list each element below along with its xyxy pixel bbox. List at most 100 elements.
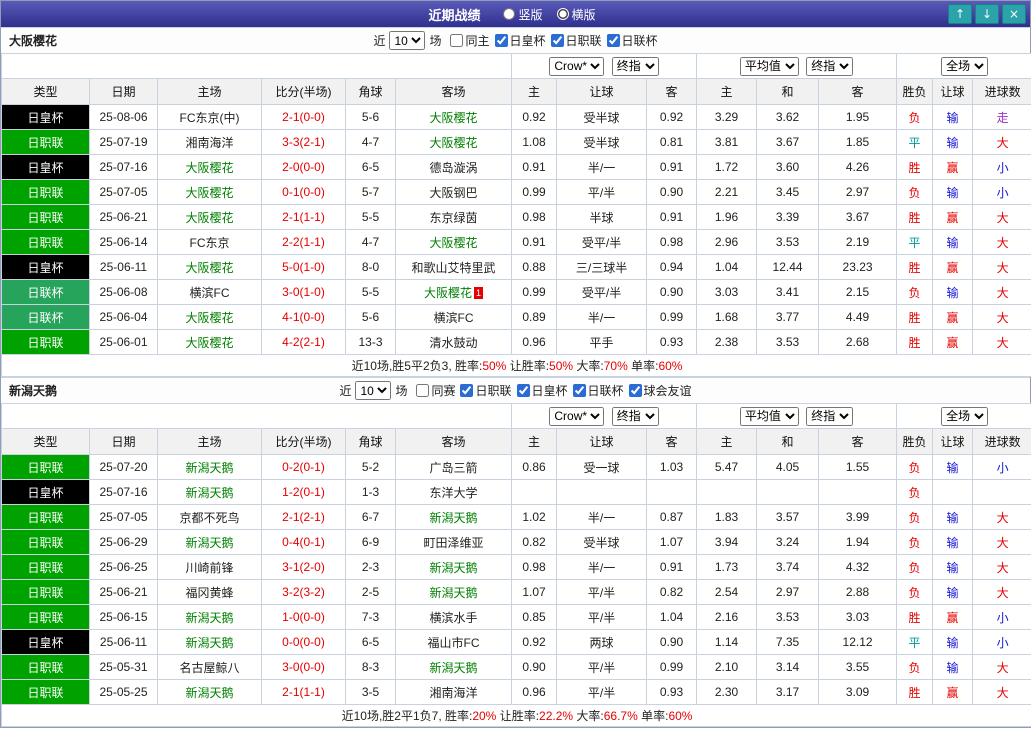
cell-handicap-line: 两球 <box>556 629 648 655</box>
cell-score: 2-1(0-0) <box>261 104 346 130</box>
cell-home-team: 新潟天鹅 <box>157 454 262 480</box>
summary-label: 大率: <box>573 709 604 723</box>
cell-avg-draw-odds <box>756 479 820 505</box>
cell-handicap-home-odds: 0.98 <box>511 554 558 580</box>
checkbox-input[interactable] <box>550 33 564 47</box>
cell-avg-home-odds: 1.73 <box>696 554 758 580</box>
cell-handicap-away-odds: 1.03 <box>646 454 698 480</box>
cell-handicap-home-odds: 0.91 <box>511 154 558 180</box>
horizontal-radio-input[interactable] <box>556 8 569 20</box>
cell-league: 日职联 <box>1 329 90 355</box>
matches-label: 场 <box>429 34 442 48</box>
filter-checkbox-日职联[interactable]: 日职联 <box>460 382 512 399</box>
odds-select-row: Crow* 终指 平均值 终指 全场 <box>0 403 1031 429</box>
cell-avg-draw-odds: 3.39 <box>756 204 820 230</box>
cell-goals-result: 大 <box>972 279 1031 305</box>
match-row: 日皇杯 25-06-11 新潟天鹅 0-0(0-0) 6-5 福山市FC 0.92 两球 0.9… <box>1 629 1031 655</box>
filter-checkbox-日皇杯[interactable]: 日皇杯 <box>516 382 568 399</box>
filter-checkboxes: 同赛 日职联 日皇杯 日联杯 球会友谊 <box>411 382 692 400</box>
cell-away-team: 大阪樱花 <box>394 104 513 130</box>
matches-label: 场 <box>395 384 408 398</box>
bookmaker-select[interactable]: Crow* <box>549 406 605 426</box>
summary-label: 让胜率: <box>496 709 540 723</box>
cell-handicap-line: 受平/半 <box>556 229 648 255</box>
bookmaker-select[interactable]: Crow* <box>549 56 605 76</box>
checkbox-input[interactable] <box>572 383 586 397</box>
move-up-button[interactable]: ↑ <box>948 4 972 24</box>
cell-home-team: 名古屋鲸八 <box>157 654 262 680</box>
cell-handicap-line: 半/一 <box>556 504 648 530</box>
cell-avg-home-odds: 1.83 <box>696 504 758 530</box>
checkbox-input[interactable] <box>460 383 474 397</box>
checkbox-input[interactable] <box>628 383 642 397</box>
cell-league: 日职联 <box>1 604 90 630</box>
cell-corners: 8-3 <box>345 654 396 680</box>
cell-result: 负 <box>896 579 934 605</box>
filter-checkbox-日皇杯[interactable]: 日皇杯 <box>494 32 546 49</box>
close-button[interactable]: × <box>1002 4 1026 24</box>
match-row: 日职联 25-06-29 新潟天鹅 0-4(0-1) 6-9 町田泽维亚 0.82 受半球 1.… <box>1 529 1031 555</box>
handicap-stage-select[interactable]: 终指 <box>611 56 659 76</box>
column-header: 主场 <box>157 78 262 105</box>
checkbox-input[interactable] <box>416 383 430 397</box>
filter-checkbox-日联杯[interactable]: 日联杯 <box>572 382 624 399</box>
filter-checkbox-球会友谊[interactable]: 球会友谊 <box>628 382 692 399</box>
checkbox-input[interactable] <box>516 383 530 397</box>
average-select[interactable]: 平均值 <box>739 56 799 76</box>
checkbox-input[interactable] <box>450 33 464 47</box>
average-stage-select[interactable]: 终指 <box>806 56 854 76</box>
cell-handicap-line <box>556 479 648 505</box>
matches-table: Crow* 终指 平均值 终指 全场 类型 日期 主场 比分(半场) 角球 客场主让球客主… <box>0 53 1031 377</box>
cell-avg-away-odds: 4.26 <box>818 154 898 180</box>
recent-count-select[interactable]: 10 <box>355 381 392 400</box>
match-row: 日职联 25-07-05 大阪樱花 0-1(0-0) 5-7 大阪钢巴 0.99 平/半 0.9… <box>1 179 1031 205</box>
average-select[interactable]: 平均值 <box>739 406 799 426</box>
cell-avg-away-odds: 2.19 <box>818 229 898 255</box>
cell-corners: 5-7 <box>345 179 396 205</box>
cell-handicap-result: 输 <box>932 454 974 480</box>
vertical-radio-input[interactable] <box>503 8 516 20</box>
scope-select[interactable]: 全场 <box>941 406 989 426</box>
cell-corners: 3-5 <box>345 679 396 705</box>
cell-score: 4-2(2-1) <box>261 329 346 355</box>
summary-value: 60% <box>658 359 683 373</box>
cell-handicap-result: 输 <box>932 279 974 305</box>
cell-handicap-away-odds: 0.98 <box>646 229 698 255</box>
summary-value: 20% <box>472 709 497 723</box>
cell-date: 25-07-19 <box>89 129 158 155</box>
cell-avg-away-odds: 1.94 <box>818 529 898 555</box>
layout-radio-horizontal[interactable]: 横版 <box>556 6 596 23</box>
column-header: 让球 <box>556 428 648 455</box>
column-header: 主 <box>511 78 558 105</box>
cell-handicap-line: 三/三球半 <box>556 254 648 280</box>
cell-handicap-result: 输 <box>932 229 974 255</box>
cell-handicap-away-odds <box>646 479 698 505</box>
cell-league: 日职联 <box>1 529 90 555</box>
cell-away-team: 福山市FC <box>394 629 513 655</box>
filter-checkbox-同主[interactable]: 同主 <box>450 32 490 49</box>
filter-checkboxes: 同主 日皇杯 日职联 日联杯 <box>445 32 658 50</box>
column-header: 客场 <box>394 78 513 105</box>
cell-result: 负 <box>896 104 934 130</box>
cell-handicap-away-odds: 0.99 <box>646 654 698 680</box>
column-header: 主 <box>511 428 558 455</box>
checkbox-input[interactable] <box>494 33 508 47</box>
checkbox-input[interactable] <box>606 33 620 47</box>
cell-avg-home-odds: 5.47 <box>696 454 758 480</box>
layout-radio-vertical[interactable]: 竖版 <box>503 6 543 23</box>
filter-checkbox-同赛[interactable]: 同赛 <box>416 382 455 399</box>
recent-label: 近 <box>373 34 386 48</box>
cell-handicap-home-odds <box>511 479 558 505</box>
average-stage-select[interactable]: 终指 <box>806 406 854 426</box>
checkbox-label: 同赛 <box>431 383 456 398</box>
filter-checkbox-日职联[interactable]: 日职联 <box>550 32 602 49</box>
cell-goals-result <box>972 479 1031 505</box>
handicap-stage-select[interactable]: 终指 <box>611 406 659 426</box>
move-down-button[interactable]: ↓ <box>975 4 999 24</box>
scope-select[interactable]: 全场 <box>941 56 989 76</box>
recent-count-select[interactable]: 10 <box>389 31 426 50</box>
checkbox-label: 日职联 <box>565 33 602 48</box>
cell-result: 负 <box>896 454 934 480</box>
filter-checkbox-日联杯[interactable]: 日联杯 <box>606 32 658 49</box>
cell-avg-home-odds: 2.16 <box>696 604 758 630</box>
